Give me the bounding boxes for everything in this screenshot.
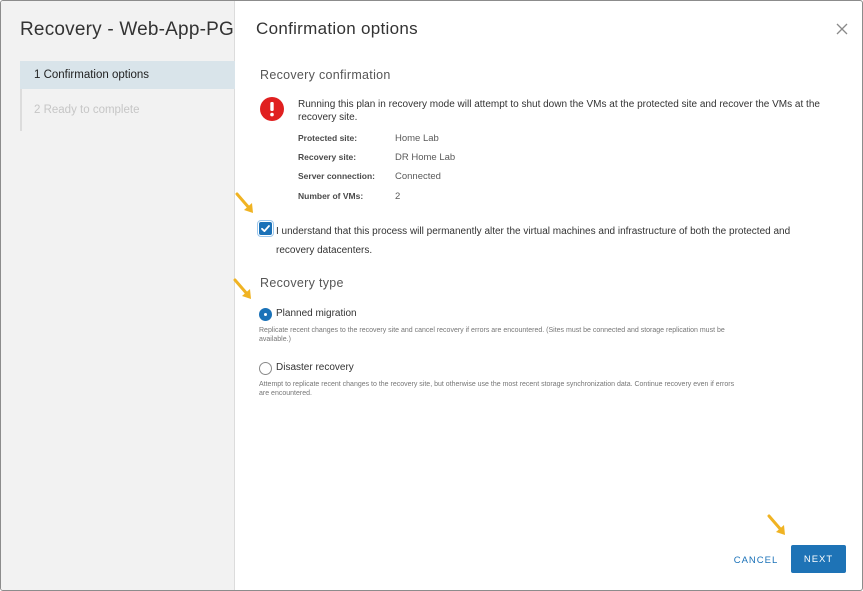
step-confirmation-options[interactable]: 1 Confirmation options [20,61,235,89]
detail-value: Connected [395,171,441,182]
annotation-arrow-icon [767,514,785,535]
wizard-nav: Recovery - Web-App-PG 1 Confirmation opt… [1,1,235,590]
acknowledge-checkbox[interactable] [257,220,274,237]
detail-recovery-site: Recovery site: DR Home Lab [298,152,455,163]
detail-value: Home Lab [395,133,439,144]
recovery-type-heading: Recovery type [260,276,344,290]
disaster-recovery-radio[interactable] [259,362,272,375]
disaster-recovery-label[interactable]: Disaster recovery [276,362,354,373]
wizard-title: Recovery - Web-App-PG [20,19,234,40]
detail-number-of-vms: Number of VMs: 2 [298,191,400,202]
recovery-warning-text: Running this plan in recovery mode will … [298,99,820,123]
annotation-arrow-icon [235,192,253,213]
recovery-wizard-dialog: Recovery - Web-App-PG 1 Confirmation opt… [0,0,863,591]
wizard-content: Confirmation options Recovery confirmati… [233,1,862,590]
annotation-arrow-icon [233,278,251,299]
recovery-confirmation-heading: Recovery confirmation [260,68,391,82]
step-ready-to-complete: 2 Ready to complete [34,104,140,116]
wizard-steps: 1 Confirmation options 2 Ready to comple… [20,61,235,131]
disaster-recovery-description: Attempt to replicate recent changes to t… [259,381,735,397]
detail-server-connection: Server connection: Connected [298,171,441,182]
detail-value: 2 [395,191,401,202]
detail-key: Server connection: [298,171,375,181]
detail-key: Recovery site: [298,152,357,162]
detail-value: DR Home Lab [395,152,456,163]
detail-key: Protected site: [298,133,358,143]
error-exclamation-icon [260,97,284,121]
detail-key: Number of VMs: [298,191,364,201]
planned-migration-label[interactable]: Planned migration [276,308,357,319]
close-icon[interactable] [834,21,850,37]
cancel-button[interactable]: CANCEL [725,547,787,573]
planned-migration-radio[interactable] [259,308,272,321]
detail-protected-site: Protected site: Home Lab [298,133,439,144]
page-title: Confirmation options [256,19,418,38]
acknowledge-label[interactable]: I understand that this process will perm… [276,222,796,260]
next-button[interactable]: NEXT [791,545,846,573]
planned-migration-description: Replicate recent changes to the recovery… [259,327,725,343]
